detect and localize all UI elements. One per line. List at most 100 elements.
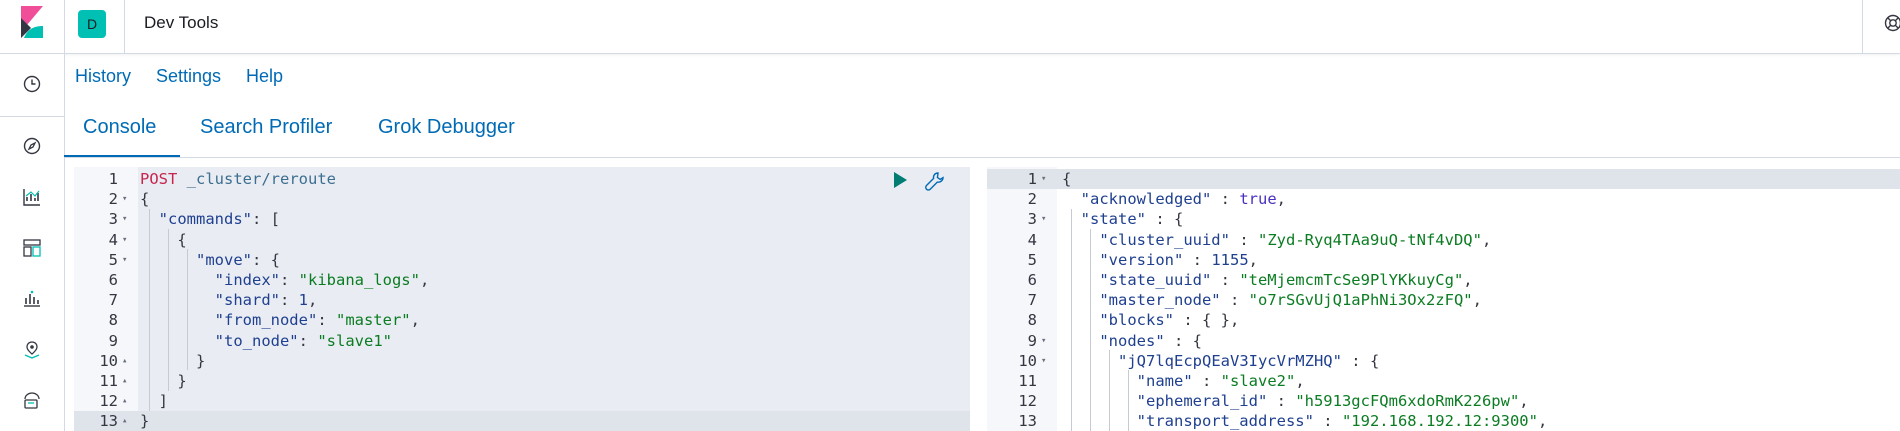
kibana-logo[interactable] [0, 0, 65, 53]
dashboard-icon[interactable] [22, 238, 42, 258]
request-line: 12 ▴ ] [74, 391, 970, 411]
code-token: , [1472, 291, 1482, 310]
indent-guide [1090, 229, 1091, 431]
request-line: 10 ▴ } [74, 351, 970, 371]
code-token: "from_node" [214, 311, 318, 330]
request-line: 6 "index": "kibana_logs", [74, 270, 970, 290]
maps-icon[interactable] [22, 340, 42, 360]
code-token: "h5913gcFQm6xdoRmK226pw" [1295, 392, 1520, 411]
code-text: { [140, 230, 186, 250]
fold-toggle-icon[interactable]: ▾ [1041, 169, 1046, 189]
request-actions-button[interactable] [924, 171, 946, 198]
request-line: 7 "shard": 1, [74, 290, 970, 310]
line-number: 1 [1027, 170, 1037, 188]
ml-icon[interactable] [22, 391, 42, 411]
editor-resizer[interactable] [970, 167, 987, 431]
fold-toggle-icon[interactable]: ▾ [122, 209, 127, 229]
indent-guide [149, 209, 150, 411]
space-avatar[interactable]: D [78, 10, 106, 38]
code-token: "cluster_uuid" [1099, 230, 1230, 249]
fold-toggle-icon[interactable]: ▾ [1041, 209, 1046, 229]
code-token: "state" [1080, 210, 1146, 229]
code-token: POST [140, 170, 178, 188]
line-number: 1 [108, 170, 118, 188]
help-menu-icon[interactable] [1884, 14, 1900, 37]
visualize-icon[interactable] [22, 187, 42, 207]
code-token: : [279, 271, 299, 289]
line-number: 2 [108, 190, 118, 209]
clock-icon[interactable] [22, 74, 42, 94]
history-link[interactable]: History [75, 66, 131, 87]
request-line: 3 ▾ "commands": [ [74, 209, 970, 229]
code-text: "acknowledged" : true, [1062, 189, 1286, 209]
fold-toggle-icon[interactable]: ▾ [122, 250, 127, 270]
request-line: 1 POST _cluster/reroute [74, 169, 970, 189]
request-line: 9 "to_node": "slave1" [74, 331, 970, 351]
fold-toggle-icon[interactable]: ▴ [122, 351, 127, 371]
request-line: 5 ▾ "move": { [74, 250, 970, 270]
response-line: 10 ▾ "jQ7lqEcpQEaV3IycVrMZHQ" : { [987, 351, 1900, 371]
fold-toggle-icon[interactable]: ▴ [122, 371, 127, 391]
indent-guide [1109, 350, 1110, 431]
code-token: _cluster/reroute [186, 170, 336, 188]
code-token: "name" [1136, 372, 1193, 390]
help-link[interactable]: Help [246, 66, 283, 87]
line-number: 5 [1027, 250, 1037, 269]
code-token: : [279, 291, 299, 310]
code-token: "shard" [214, 291, 280, 310]
fold-toggle-icon[interactable]: ▾ [122, 189, 127, 209]
fold-toggle-icon[interactable]: ▾ [1041, 331, 1046, 351]
code-text: { [140, 189, 149, 209]
code-text: "nodes" : { [1062, 331, 1202, 351]
request-line: 2 ▾ { [74, 189, 970, 209]
fold-toggle-icon[interactable]: ▾ [1041, 351, 1046, 371]
fold-toggle-icon[interactable]: ▴ [122, 411, 127, 431]
code-token: : [1211, 190, 1240, 209]
fold-toggle-icon[interactable]: ▾ [122, 230, 127, 250]
indent-guide [168, 229, 169, 391]
send-request-button[interactable] [891, 171, 909, 194]
code-token: , [1248, 250, 1258, 269]
code-token: , [1295, 372, 1305, 390]
response-line: 8 "blocks" : { }, [987, 310, 1900, 330]
code-token: : { }, [1173, 311, 1240, 330]
response-line: 7 "master_node" : "o7rSGvUjQ1aPhNi3Ox2zF… [987, 290, 1900, 310]
code-token: , [1276, 190, 1286, 209]
code-token: } [140, 372, 187, 390]
canvas-icon[interactable] [22, 289, 42, 309]
code-token: "index" [214, 271, 280, 289]
play-icon [894, 172, 907, 188]
code-text: "to_node": "slave1" [140, 331, 392, 351]
side-nav [0, 54, 65, 431]
request-editor[interactable]: 1 POST _cluster/reroute 2 ▾{3 ▾ "commands": … [74, 167, 970, 431]
tab-console[interactable]: Console [83, 116, 156, 139]
code-text: "blocks" : { }, [1062, 310, 1239, 330]
line-number: 13 [99, 412, 118, 431]
code-token: 1 [298, 291, 308, 310]
wrench-icon [925, 172, 944, 191]
code-token: : { [252, 250, 280, 269]
line-number: 11 [99, 372, 118, 390]
tab-search-profiler[interactable]: Search Profiler [200, 116, 332, 139]
code-token: : { [1146, 210, 1184, 229]
code-token: "master_node" [1099, 291, 1221, 310]
line-number: 2 [1027, 190, 1037, 209]
fold-toggle-icon[interactable]: ▴ [122, 391, 127, 411]
code-token: : [1313, 412, 1342, 431]
app-header: D Dev Tools [0, 0, 1900, 54]
tab-grok-debugger[interactable]: Grok Debugger [378, 116, 515, 139]
code-text: "state_uuid" : "teMjemcmTcSe9PlYKkuyCg", [1062, 270, 1472, 290]
response-line: 12 "ephemeral_id" : "h5913gcFQm6xdoRmK22… [987, 391, 1900, 411]
response-line: 11 "name" : "slave2", [987, 371, 1900, 391]
compass-icon[interactable] [22, 136, 42, 156]
settings-link[interactable]: Settings [156, 66, 221, 87]
